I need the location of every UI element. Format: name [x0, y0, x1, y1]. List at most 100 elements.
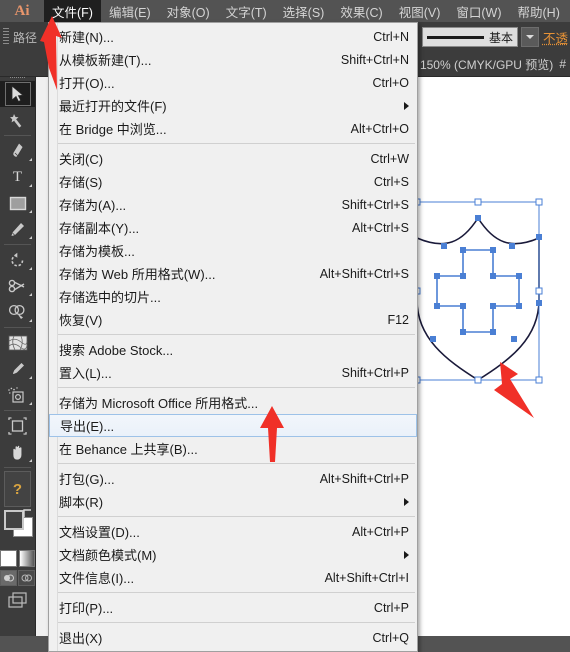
gradient-swatch-button[interactable]	[18, 550, 35, 567]
file-menu-item-10[interactable]: 存储为模板...	[49, 239, 417, 262]
file-menu-item-shortcut: Ctrl+P	[373, 600, 409, 615]
chevron-down-icon	[525, 35, 534, 39]
file-menu-item-27[interactable]: 文件信息(I)... Alt+Shift+Ctrl+I	[49, 566, 417, 589]
file-menu-item-shortcut: Shift+Ctrl+P	[341, 365, 409, 380]
menu-bar-item-6[interactable]: 视图(V)	[391, 0, 449, 22]
color-mode-row[interactable]	[0, 550, 35, 567]
menu-bar-item-0[interactable]: 文件(F)	[44, 0, 101, 22]
file-menu-item-0[interactable]: 新建(N)... Ctrl+N	[49, 25, 417, 48]
paintbrush-tool[interactable]	[0, 216, 35, 242]
menu-bar-item-7[interactable]: 窗口(W)	[448, 0, 509, 22]
file-menu-item-label: 存储选中的切片...	[59, 290, 161, 305]
menu-bar-items[interactable]: 文件(F) 编辑(E) 对象(O) 文字(T) 选择(S) 效果(C) 视图(V) 窗口(W)…	[44, 0, 568, 22]
fill-and-stroke-controls[interactable]	[0, 509, 35, 549]
stroke-profile-dropdown[interactable]	[520, 27, 539, 47]
file-menu-item-13[interactable]: 恢复(V) F12	[49, 308, 417, 331]
shape-builder-tool[interactable]	[0, 299, 35, 325]
file-menu-item-16[interactable]: 置入(L)... Shift+Ctrl+P	[49, 361, 417, 384]
control-bar-handle-area[interactable]: 路径	[0, 22, 48, 52]
file-menu-item-label: 存储为模板...	[59, 244, 135, 259]
file-menu-item-23[interactable]: 脚本(R)	[49, 490, 417, 513]
file-menu-item-15[interactable]: 搜索 Adobe Stock...	[49, 338, 417, 361]
file-menu-item-shortcut: Ctrl+N	[373, 29, 409, 44]
tool-separator	[4, 327, 31, 328]
menu-bar[interactable]: Ai 文件(F) 编辑(E) 对象(O) 文字(T) 选择(S) 效果(C) 视图(V) 窗口…	[0, 0, 570, 22]
zoom-level-label[interactable]: 150% (CMYK/GPU 预览)	[420, 56, 553, 73]
drag-grip-icon[interactable]	[3, 28, 9, 46]
file-menu-item-label: 文件信息(I)...	[59, 571, 135, 586]
selection-tool[interactable]	[0, 81, 35, 107]
file-menu-item-6[interactable]: 关闭(C) Ctrl+W	[49, 147, 417, 170]
help-button[interactable]: ?	[4, 471, 31, 507]
menu-bar-item-5[interactable]: 效果(C)	[332, 0, 390, 22]
menu-separator	[51, 143, 415, 144]
file-menu-item-7[interactable]: 存储(S) Ctrl+S	[49, 170, 417, 193]
draw-behind-mode[interactable]	[18, 570, 35, 586]
file-menu-item-label: 最近打开的文件(F)	[59, 99, 167, 114]
file-menu-item-2[interactable]: 打开(O)... Ctrl+O	[49, 71, 417, 94]
magic-wand-tool[interactable]	[0, 107, 35, 133]
file-menu-item-label: 恢复(V)	[59, 313, 103, 328]
file-menu-dropdown[interactable]: 新建(N)... Ctrl+N 从模板新建(T)... Shift+Ctrl+N 打开(…	[48, 22, 418, 652]
path-anchor-points	[430, 215, 542, 342]
color-swatch-button[interactable]	[0, 550, 17, 567]
file-menu-item-25[interactable]: 文档设置(D)... Alt+Ctrl+P	[49, 520, 417, 543]
file-menu-item-18[interactable]: 存储为 Microsoft Office 所用格式...	[49, 391, 417, 414]
shield-artwork-selection[interactable]	[400, 188, 570, 408]
menu-bar-item-2[interactable]: 对象(O)	[159, 0, 218, 22]
chevron-right-icon	[404, 101, 409, 110]
screen-mode-button[interactable]	[0, 591, 35, 609]
file-menu-item-1[interactable]: 从模板新建(T)... Shift+Ctrl+N	[49, 48, 417, 71]
menu-separator	[51, 622, 415, 623]
file-menu-item-label: 在 Bridge 中浏览...	[59, 122, 167, 137]
rotate-tool[interactable]	[0, 247, 35, 273]
file-menu-item-20[interactable]: 在 Behance 上共享(B)...	[49, 437, 417, 460]
tool-separator	[4, 244, 31, 245]
menu-separator	[51, 516, 415, 517]
scale-tool[interactable]	[0, 273, 35, 299]
app-logo: Ai	[14, 2, 30, 19]
file-menu-item-8[interactable]: 存储为(A)... Shift+Ctrl+S	[49, 193, 417, 216]
file-menu-item-26[interactable]: 文档颜色模式(M)	[49, 543, 417, 566]
file-menu-item-22[interactable]: 打包(G)... Alt+Shift+Ctrl+P	[49, 467, 417, 490]
tool-separator	[4, 135, 31, 136]
question-mark-icon: ?	[12, 480, 23, 498]
file-menu-rows[interactable]: 新建(N)... Ctrl+N 从模板新建(T)... Shift+Ctrl+N 打开(…	[49, 25, 417, 649]
file-menu-item-29[interactable]: 打印(P)... Ctrl+P	[49, 596, 417, 619]
swap-fill-stroke-icon[interactable]	[23, 509, 32, 518]
cross-outline	[436, 249, 520, 333]
menu-separator	[51, 592, 415, 593]
type-tool[interactable]: T	[0, 164, 35, 190]
file-menu-item-4[interactable]: 在 Bridge 中浏览... Alt+Ctrl+O	[49, 117, 417, 140]
file-menu-item-9[interactable]: 存储副本(Y)... Alt+Ctrl+S	[49, 216, 417, 239]
menu-bar-item-4[interactable]: 选择(S)	[275, 0, 333, 22]
file-menu-item-3[interactable]: 最近打开的文件(F)	[49, 94, 417, 117]
draw-normal-mode[interactable]	[0, 570, 17, 586]
stroke-profile-select[interactable]: 基本	[421, 27, 518, 47]
shield-outline	[416, 216, 540, 381]
symbol-sprayer-tool[interactable]	[0, 382, 35, 408]
menu-bar-item-3[interactable]: 文字(T)	[218, 0, 275, 22]
mesh-tool[interactable]	[0, 330, 35, 356]
file-menu-item-label: 存储为 Web 所用格式(W)...	[59, 267, 216, 282]
menu-bar-item-1[interactable]: 编辑(E)	[101, 0, 159, 22]
artboard-tool[interactable]	[0, 413, 35, 439]
drawing-modes-row[interactable]	[0, 570, 35, 586]
opacity-link[interactable]: 不透	[543, 28, 568, 47]
eyedropper-tool[interactable]	[0, 356, 35, 382]
menu-separator	[51, 463, 415, 464]
tools-panel[interactable]: ◄◄ T	[0, 52, 36, 636]
pen-tool[interactable]	[0, 138, 35, 164]
rectangle-tool[interactable]	[0, 190, 35, 216]
file-menu-item-31[interactable]: 退出(X) Ctrl+Q	[49, 626, 417, 649]
file-menu-item-shortcut: Ctrl+O	[372, 75, 409, 90]
file-menu-item-12[interactable]: 存储选中的切片...	[49, 285, 417, 308]
hand-tool[interactable]	[0, 439, 35, 465]
file-menu-item-11[interactable]: 存储为 Web 所用格式(W)... Alt+Shift+Ctrl+S	[49, 262, 417, 285]
file-menu-item-label: 导出(E)...	[60, 419, 115, 434]
file-menu-item-19[interactable]: 导出(E)...	[49, 414, 417, 437]
file-menu-item-label: 新建(N)...	[59, 30, 114, 45]
menu-bar-item-8[interactable]: 帮助(H)	[510, 0, 568, 22]
file-menu-item-label: 存储为 Microsoft Office 所用格式...	[59, 396, 259, 411]
fill-swatch[interactable]	[4, 510, 24, 530]
